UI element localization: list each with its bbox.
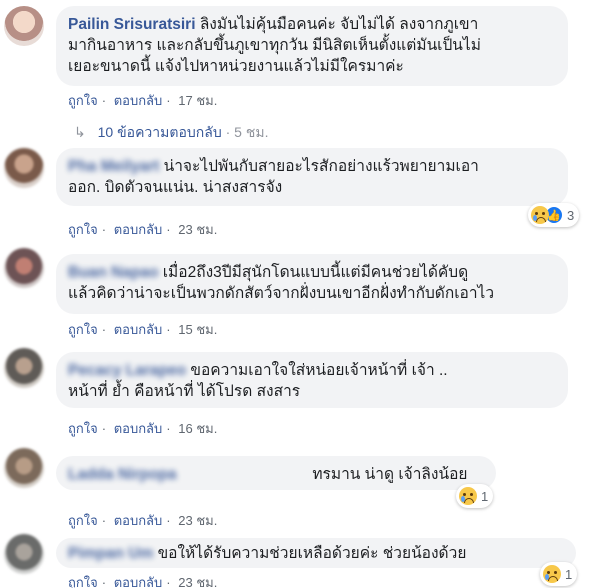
avatar[interactable] (4, 534, 44, 574)
reply-link[interactable]: ตอบกลับ (114, 513, 163, 528)
like-link[interactable]: ถูกใจ (68, 222, 98, 237)
comment-author[interactable]: Pailin Srisuratsiri (68, 16, 196, 33)
timestamp[interactable]: 23 ชม. (178, 222, 217, 237)
timestamp[interactable]: 23 ชม. (178, 575, 217, 588)
comment-author[interactable]: Pimpan Um (68, 543, 153, 564)
reaction-count: 3 (567, 207, 575, 223)
comment-text: น่าจะไปพันกับสายอะไรสักอย่างแร้วพยายามเอ… (163, 158, 479, 175)
comment-text: เยอะขนาดนี้ แจ้งไปหาหน่วยงานแล้วไม่มีใคร… (68, 58, 404, 75)
timestamp[interactable]: 23 ชม. (178, 513, 217, 528)
comment-text: ขอความเอาใจใส่หน่อยเจ้าหน้าที่ เจ้า .. (190, 362, 448, 379)
reaction-count: 1 (481, 488, 489, 504)
comment-text: หน้าที่ ย้ำ คือหน้าที่ ได้โปรด สงสาร (68, 383, 301, 400)
comment-author[interactable]: Ladda Nirpopa (68, 464, 308, 485)
avatar[interactable] (4, 6, 44, 46)
avatar[interactable] (4, 448, 44, 488)
reply-link[interactable]: ตอบกลับ (114, 222, 163, 237)
like-link[interactable]: ถูกใจ (68, 575, 98, 588)
avatar[interactable] (4, 148, 44, 188)
comment-text: ทรมาน น่าดู เจ้าลิงน้อย (312, 466, 468, 483)
sad-reaction-icon (459, 487, 477, 505)
replies-time: 5 ชม. (234, 124, 269, 140)
comment-text: แล้วคิดว่าน่าจะเป็นพวกดักสัตว์จากฝั่งบนเ… (68, 285, 495, 302)
like-link[interactable]: ถูกใจ (68, 513, 98, 528)
reaction-summary[interactable]: 1 (540, 562, 578, 586)
comment-actions: ถูกใจ · ตอบกลับ · 16 ชม. (68, 421, 218, 436)
like-link[interactable]: ถูกใจ (68, 322, 98, 337)
comment-actions: ถูกใจ · ตอบกลับ · 23 ชม. (68, 575, 218, 588)
reaction-summary[interactable]: 1 (456, 484, 494, 508)
comment-bubble: Pha Meilyart น่าจะไปพันกับสายอะไรสักอย่า… (56, 148, 568, 206)
comment-actions: ถูกใจ · ตอบกลับ · 15 ชม. (68, 322, 218, 337)
comment-text: ออก. บิดตัวจนแน่น. น่าสงสารจัง (68, 179, 283, 196)
like-link[interactable]: ถูกใจ (68, 93, 98, 108)
comment-text: ขอให้ได้รับความช่วยเหลือด้วยค่ะ ช่วยน้อง… (157, 545, 467, 562)
avatar[interactable] (4, 348, 44, 388)
comment-actions: ถูกใจ · ตอบกลับ · 17 ชม. (68, 93, 218, 108)
reaction-summary[interactable]: 👍 3 (528, 203, 580, 227)
timestamp[interactable]: 16 ชม. (178, 421, 217, 436)
replies-count[interactable]: 10 ข้อความตอบกลับ (98, 124, 222, 140)
comment-text: ลิงมันไม่คุ้นมือคนค่ะ จับไม่ได้ ลงจากภูเ… (199, 16, 479, 33)
timestamp[interactable]: 15 ชม. (178, 322, 217, 337)
reply-link[interactable]: ตอบกลับ (114, 421, 163, 436)
like-link[interactable]: ถูกใจ (68, 421, 98, 436)
reply-link[interactable]: ตอบกลับ (114, 575, 163, 588)
sad-reaction-icon (531, 206, 549, 224)
comment-bubble: Pecacy Larapeo ขอความเอาใจใส่หน่อยเจ้าหน… (56, 352, 568, 408)
comment-bubble: Ladda Nirpopa ทรมาน น่าดู เจ้าลิงน้อย (56, 456, 496, 490)
comment-actions: ถูกใจ · ตอบกลับ · 23 ชม. (68, 222, 218, 237)
sad-reaction-icon (543, 565, 561, 583)
comment-author[interactable]: Pha Meilyart (68, 156, 159, 177)
comment-bubble: Buan Napao เมื่อ2ถึง3ปีมีสุนักโดนแบบนี้แ… (56, 254, 568, 314)
comment-bubble: Pailin Srisuratsiri ลิงมันไม่คุ้นมือคนค่… (56, 6, 568, 86)
comment-actions: ถูกใจ · ตอบกลับ · 23 ชม. (68, 513, 218, 528)
comment-author[interactable]: Pecacy Larapeo (68, 360, 186, 381)
comment-author[interactable]: Buan Napao (68, 262, 158, 283)
comment-bubble: Pimpan Um ขอให้ได้รับความช่วยเหลือด้วยค่… (56, 538, 576, 568)
comment-text: เมื่อ2ถึง3ปีมีสุนักโดนแบบนี้แต่มีคนช่วยไ… (162, 264, 469, 281)
reply-link[interactable]: ตอบกลับ (114, 93, 163, 108)
comment-text: มากินอาหาร และกลับขึ้นภูเขาทุกวัน มีนิสิ… (68, 37, 481, 54)
reaction-count: 1 (565, 566, 573, 582)
reply-link[interactable]: ตอบกลับ (114, 322, 163, 337)
view-replies-link[interactable]: ↳ 10 ข้อความตอบกลับ · 5 ชม. (74, 122, 268, 144)
reply-arrow-icon: ↳ (74, 124, 86, 140)
timestamp[interactable]: 17 ชม. (178, 93, 217, 108)
avatar[interactable] (4, 248, 44, 288)
